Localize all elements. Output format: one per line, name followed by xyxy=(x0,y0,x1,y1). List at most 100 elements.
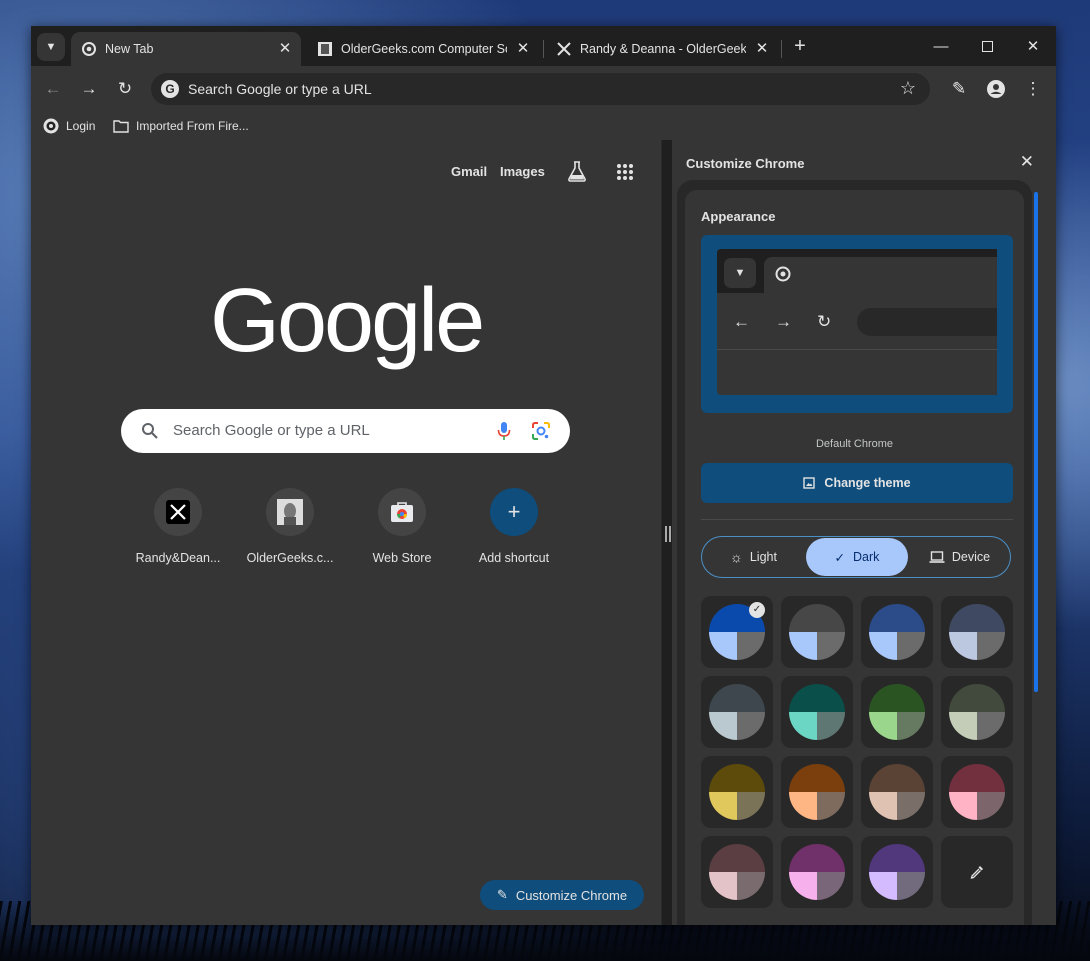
shortcut-randy-deanna[interactable]: Randy&Dean... xyxy=(122,488,234,565)
swatch-circle xyxy=(709,844,765,900)
swatch-left xyxy=(709,632,737,660)
color-swatch[interactable] xyxy=(941,756,1013,828)
arrow-left-icon: ← xyxy=(44,79,62,98)
swatch-left xyxy=(949,632,977,660)
microphone-icon[interactable] xyxy=(497,421,511,441)
forward-button[interactable]: → xyxy=(78,78,100,100)
panel-scrollbar[interactable] xyxy=(1034,192,1038,692)
color-swatch[interactable]: ✓ xyxy=(701,596,773,668)
oldergeeks-favicon-icon xyxy=(317,41,333,57)
oldergeeks-favicon-icon xyxy=(277,499,303,525)
color-swatch[interactable] xyxy=(701,676,773,748)
color-swatch[interactable] xyxy=(861,836,933,908)
color-swatch[interactable] xyxy=(861,756,933,828)
ntp-search-box[interactable]: Search Google or type a URL xyxy=(121,409,570,453)
appearance-card: Appearance ▼ ← → ↻ Default Chrome Change… xyxy=(685,190,1024,925)
swatch-right xyxy=(977,792,1005,820)
omnibox[interactable]: G Search Google or type a URL ☆ xyxy=(151,73,930,105)
tab-randy-deanna[interactable]: Randy & Deanna - OlderGeeks.com ✕ xyxy=(546,32,778,66)
mode-light-option[interactable]: ☼ Light xyxy=(702,537,805,577)
swatch-left xyxy=(869,712,897,740)
tab-close-icon[interactable]: ✕ xyxy=(277,41,293,57)
bookmark-folder-imported[interactable]: Imported From Fire... xyxy=(113,117,249,135)
apps-grid-icon[interactable] xyxy=(616,163,634,186)
color-swatch[interactable] xyxy=(941,676,1013,748)
tab-new-tab[interactable]: New Tab ✕ xyxy=(71,32,301,66)
swatch-circle xyxy=(789,604,845,660)
shortcut-web-store[interactable]: Web Store xyxy=(346,488,458,565)
swatch-right xyxy=(977,712,1005,740)
theme-caption: Default Chrome xyxy=(815,438,894,450)
folder-icon xyxy=(113,118,129,134)
bookmark-login[interactable]: Login xyxy=(43,117,95,135)
tab-oldergeeks[interactable]: OlderGeeks.com Computer Software ✕ xyxy=(307,32,539,66)
color-swatch[interactable] xyxy=(781,836,853,908)
mode-device-option[interactable]: Device xyxy=(909,537,1010,577)
color-swatch[interactable] xyxy=(941,596,1013,668)
customize-chrome-button[interactable]: ✎ Customize Chrome xyxy=(480,880,644,910)
customize-pencil-button[interactable]: ✎ xyxy=(948,78,970,100)
menu-button[interactable]: ⋮ xyxy=(1022,78,1044,100)
tab-separator xyxy=(543,40,544,58)
theme-preview-window: ▼ ← → ↻ xyxy=(717,249,997,395)
tab-close-icon[interactable]: ✕ xyxy=(754,41,770,57)
swatch-circle xyxy=(949,684,1005,740)
images-link[interactable]: Images xyxy=(500,164,545,179)
reload-icon: ↻ xyxy=(817,312,832,331)
color-swatch[interactable] xyxy=(781,676,853,748)
close-icon[interactable]: ✕ xyxy=(1020,152,1034,172)
selected-check-icon: ✓ xyxy=(749,602,765,618)
labs-flask-icon[interactable] xyxy=(567,160,587,187)
swatch-circle xyxy=(869,684,925,740)
mode-dark-option[interactable]: ✓ Dark xyxy=(806,538,908,576)
profile-icon xyxy=(987,80,1005,98)
change-theme-label: Change theme xyxy=(824,476,911,490)
google-lens-icon[interactable] xyxy=(531,421,551,441)
shortcut-add[interactable]: + Add shortcut xyxy=(458,488,570,565)
maximize-button[interactable] xyxy=(964,26,1010,66)
tab-strip: ▼ New Tab ✕ OlderGeeks.com Computer Soft… xyxy=(31,26,1056,66)
swatch-right xyxy=(817,632,845,660)
swatch-right xyxy=(897,712,925,740)
theme-preview[interactable]: ▼ ← → ↻ xyxy=(701,235,1013,413)
swatch-circle xyxy=(789,844,845,900)
tab-title: New Tab xyxy=(105,42,154,56)
color-swatch[interactable] xyxy=(861,596,933,668)
change-theme-button[interactable]: Change theme xyxy=(701,463,1013,503)
gmail-link[interactable]: Gmail xyxy=(451,164,487,179)
arrow-right-icon: → xyxy=(80,79,98,98)
swatch-circle xyxy=(789,684,845,740)
tab-search-button[interactable]: ▼ xyxy=(37,33,65,61)
close-icon: ✕ xyxy=(1026,38,1040,55)
close-window-button[interactable]: ✕ xyxy=(1010,26,1056,66)
back-button[interactable]: ← xyxy=(42,78,64,100)
minimize-button[interactable]: — xyxy=(918,26,964,66)
new-tab-page: Gmail Images Google Search Google or typ… xyxy=(31,140,661,925)
swatch-circle xyxy=(869,844,925,900)
swatch-right xyxy=(897,872,925,900)
color-swatch[interactable] xyxy=(781,596,853,668)
shortcut-label: Randy&Dean... xyxy=(135,551,221,565)
tab-close-icon[interactable]: ✕ xyxy=(515,41,531,57)
swatch-right xyxy=(737,632,765,660)
browser-window: ▼ New Tab ✕ OlderGeeks.com Computer Soft… xyxy=(31,26,1056,925)
reload-button[interactable]: ↻ xyxy=(114,78,136,100)
swatch-top xyxy=(789,684,845,712)
custom-color-swatch[interactable] xyxy=(941,836,1013,908)
swatch-right xyxy=(977,632,1005,660)
eyedropper-icon xyxy=(941,836,1013,908)
bookmark-star-icon[interactable]: ☆ xyxy=(900,78,916,99)
color-swatch[interactable] xyxy=(701,836,773,908)
shortcut-oldergeeks[interactable]: OlderGeeks.c... xyxy=(234,488,346,565)
new-tab-button[interactable]: + xyxy=(789,35,811,57)
login-site-icon xyxy=(43,118,59,134)
profile-button[interactable] xyxy=(985,78,1007,100)
swatch-left xyxy=(709,712,737,740)
color-swatch[interactable] xyxy=(781,756,853,828)
ntp-search-placeholder: Search Google or type a URL xyxy=(173,422,370,439)
customize-chrome-label: Customize Chrome xyxy=(515,887,628,903)
color-swatch[interactable] xyxy=(861,676,933,748)
color-swatch[interactable] xyxy=(701,756,773,828)
panel-resize-handle[interactable] xyxy=(665,526,671,542)
minimize-icon: — xyxy=(933,37,949,55)
